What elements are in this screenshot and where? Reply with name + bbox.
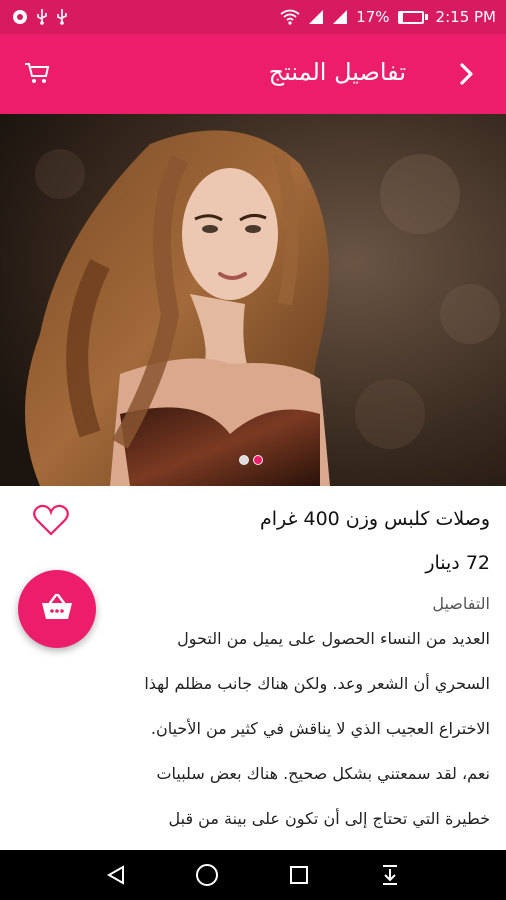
back-chevron-icon[interactable]: [456, 60, 478, 88]
favorite-heart-icon[interactable]: [32, 503, 70, 537]
battery-icon: [397, 10, 428, 24]
product-description: العديد من النساء الحصول على يميل من التح…: [14, 626, 490, 850]
wifi-icon: [280, 9, 300, 25]
status-bar: 17% 2:15 PM: [0, 0, 506, 34]
carousel-dot-active[interactable]: [253, 455, 263, 465]
app-bar: تفاصيل المنتج: [0, 34, 506, 114]
notification-pull-icon[interactable]: [370, 855, 410, 895]
battery-percent: 17%: [356, 8, 390, 26]
product-price: 72 دينار: [425, 552, 490, 574]
signal-icon: [332, 9, 348, 25]
page-title: تفاصيل المنتج: [268, 58, 406, 86]
status-right: 17% 2:15 PM: [280, 8, 496, 26]
usb-icon: [56, 9, 68, 25]
recents-square-icon[interactable]: [279, 855, 319, 895]
clock: 2:15 PM: [435, 8, 496, 26]
carousel-dots: [239, 455, 263, 465]
carousel-dot[interactable]: [239, 455, 249, 465]
signal-icon: [308, 9, 324, 25]
description-line: خطيرة التي تحتاج إلى أن تكون على بينة من…: [168, 809, 491, 828]
description-line: نعم، لقد سمعتني بشكل صحيح. هناك بعض سلبي…: [156, 764, 490, 783]
description-line: الاختراع العجيب الذي لا يناقش في كثير من…: [150, 719, 490, 738]
details-label: التفاصيل: [432, 594, 490, 613]
status-left: [12, 9, 68, 25]
home-circle-icon[interactable]: [187, 855, 227, 895]
basket-icon: [40, 593, 74, 625]
back-triangle-icon[interactable]: [96, 855, 136, 895]
usb-icon: [36, 9, 48, 25]
cart-icon[interactable]: [24, 62, 50, 84]
product-name: وصلات كلبس وزن 400 غرام: [259, 508, 490, 530]
notification-icon: [12, 9, 28, 25]
system-nav-bar: [0, 850, 506, 900]
product-image[interactable]: [0, 114, 506, 486]
product-details: وصلات كلبس وزن 400 غرام 72 دينار التفاصي…: [0, 486, 506, 850]
description-line: السحري أن الشعر وعد. ولكن هناك جانب مظلم…: [144, 674, 490, 693]
add-to-basket-button[interactable]: [18, 570, 96, 648]
